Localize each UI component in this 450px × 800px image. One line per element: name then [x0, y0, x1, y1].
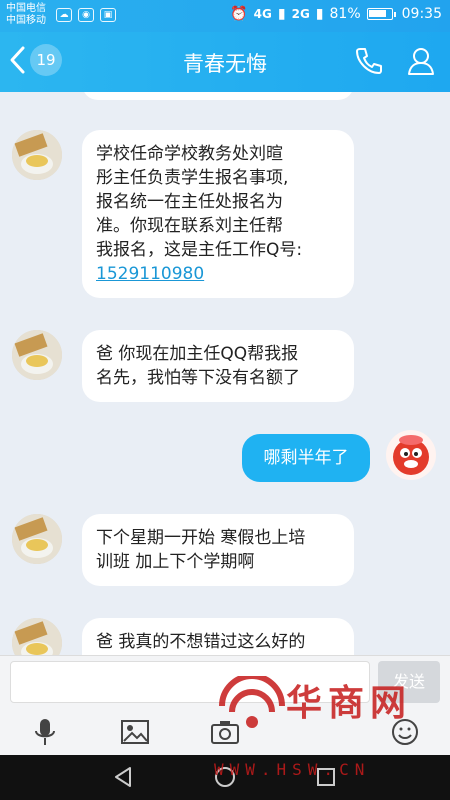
- send-button[interactable]: 发送: [378, 661, 440, 703]
- chat-area[interactable]: 学校任命学校教务处刘暄 彤主任负责学生报名事项, 报名统一在主任处报名为 准。你…: [0, 92, 450, 655]
- nav-home-button[interactable]: [213, 765, 237, 793]
- message-line: 下个星期一开始 寒假也上培: [96, 528, 306, 548]
- user-icon: [406, 48, 436, 80]
- voice-button[interactable]: [30, 717, 60, 747]
- weather-icon: ☁: [56, 8, 72, 22]
- microphone-icon: [30, 719, 60, 751]
- system-nav-bar: [0, 755, 450, 800]
- signal-icon-2: ▮: [315, 6, 324, 22]
- chat-header: 19 青春无悔: [0, 32, 450, 92]
- image-icon: [120, 720, 150, 751]
- status-bar: 中国电信 中国移动 ☁ ◉ ▣ ⏰ 4G ▮ 2G ▮ 81% 09:35: [0, 0, 450, 32]
- message-line: 训班 加上下个学期啊: [96, 552, 255, 572]
- camera-icon: [210, 721, 240, 751]
- circle-home-icon: [213, 767, 237, 793]
- call-button[interactable]: [354, 46, 384, 80]
- profile-button[interactable]: [406, 46, 436, 80]
- message-line: 我报名，这是主任工作Q号:: [96, 240, 303, 260]
- message-line: 爸 我真的不想错过这么好的: [96, 632, 306, 652]
- my-message-bubble[interactable]: 哪剩半年了: [242, 434, 370, 482]
- alarm-icon: ⏰: [230, 6, 248, 22]
- input-bar: 发送: [0, 655, 450, 707]
- signal-icon: ▮: [277, 6, 286, 22]
- message-line: 彤主任负责学生报名事项,: [96, 168, 289, 188]
- phone-icon: [354, 48, 384, 80]
- previous-message-bubble: [82, 92, 354, 100]
- carrier-1: 中国电信: [6, 3, 46, 14]
- status-indicators: ⏰ 4G ▮ 2G ▮ 81% 09:35: [230, 6, 442, 22]
- message-bubble[interactable]: 爸 你现在加主任QQ帮我报 名先，我怕等下没有名额了: [82, 330, 354, 402]
- app-notification-icon: ◉: [78, 8, 94, 22]
- message-bubble[interactable]: 爸 我真的不想错过这么好的: [82, 618, 354, 655]
- message-line: 准。你现在联系刘主任帮: [96, 216, 283, 236]
- input-toolbar: [0, 707, 450, 755]
- contact-avatar[interactable]: [12, 618, 62, 655]
- camera-button[interactable]: [210, 717, 240, 747]
- square-recents-icon: [314, 768, 338, 793]
- contact-avatar[interactable]: [12, 514, 62, 564]
- message-line: 哪剩半年了: [263, 448, 349, 468]
- network-4g: 4G: [253, 7, 272, 21]
- message-input[interactable]: [10, 661, 370, 703]
- image-button[interactable]: [120, 717, 150, 747]
- more-button[interactable]: [390, 717, 420, 747]
- carrier-2: 中国移动: [6, 15, 46, 26]
- battery-percent: 81%: [329, 6, 361, 22]
- my-avatar[interactable]: [386, 430, 436, 480]
- message-line: 报名统一在主任处报名为: [96, 192, 283, 212]
- message-line: 名先，我怕等下没有名额了: [96, 368, 300, 388]
- emoji-icon: [390, 719, 420, 751]
- qq-number-link[interactable]: 1529110980: [96, 262, 340, 286]
- message-line: 爸 你现在加主任QQ帮我报: [96, 344, 299, 364]
- network-2g: 2G: [291, 7, 310, 21]
- triangle-back-icon: [112, 767, 136, 793]
- nav-back-button[interactable]: [112, 765, 136, 793]
- contact-avatar[interactable]: [12, 330, 62, 380]
- message-bubble[interactable]: 学校任命学校教务处刘暄 彤主任负责学生报名事项, 报名统一在主任处报名为 准。你…: [82, 130, 354, 298]
- contact-avatar[interactable]: [12, 130, 62, 180]
- notification-icons: ☁ ◉ ▣: [56, 8, 116, 22]
- message-bubble[interactable]: 下个星期一开始 寒假也上培 训班 加上下个学期啊: [82, 514, 354, 586]
- image-notification-icon: ▣: [100, 8, 116, 22]
- message-line: 学校任命学校教务处刘暄: [96, 144, 283, 164]
- nav-recents-button[interactable]: [314, 765, 338, 793]
- clock: 09:35: [401, 6, 442, 22]
- battery-icon: [366, 8, 396, 20]
- carrier-info: 中国电信 中国移动: [6, 3, 46, 27]
